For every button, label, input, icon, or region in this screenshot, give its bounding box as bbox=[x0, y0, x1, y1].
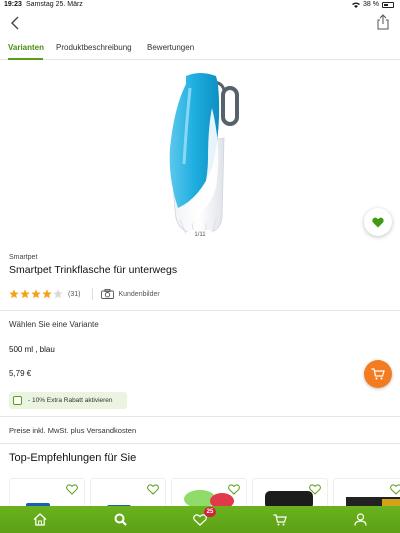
customer-images-label: Kundenbilder bbox=[118, 290, 160, 298]
product-tabs: Varianten Produktbeschreibung Bewertunge… bbox=[0, 38, 400, 60]
wishlist-button[interactable] bbox=[364, 208, 392, 236]
cart-icon bbox=[273, 513, 287, 525]
battery-text: 38 % bbox=[363, 1, 379, 8]
nav-wishlist[interactable]: 25 bbox=[160, 506, 240, 533]
water-bottle-image bbox=[169, 73, 239, 235]
divider bbox=[0, 443, 400, 444]
divider bbox=[92, 288, 94, 300]
image-counter: 1/11 bbox=[186, 230, 214, 240]
home-icon bbox=[33, 513, 47, 526]
status-right: 38 % bbox=[352, 1, 394, 8]
recommendations-heading: Top-Empfehlungen für Sie bbox=[9, 452, 137, 464]
rating-row: (31) Kundenbilder bbox=[9, 287, 389, 301]
star-filled-icon bbox=[20, 289, 30, 299]
product-brand[interactable]: Smartpet bbox=[9, 254, 37, 261]
nav-home[interactable] bbox=[0, 506, 80, 533]
star-filled-icon bbox=[9, 289, 19, 299]
heart-icon bbox=[372, 217, 384, 227]
add-to-cart-button[interactable] bbox=[364, 360, 392, 388]
status-time: 19:23 bbox=[4, 1, 22, 8]
nav-account[interactable] bbox=[320, 506, 400, 533]
product-image[interactable] bbox=[150, 68, 250, 238]
review-count[interactable]: (31) bbox=[68, 291, 80, 298]
camera-icon bbox=[101, 289, 115, 299]
star-rating[interactable] bbox=[9, 289, 63, 299]
share-button[interactable] bbox=[376, 13, 390, 31]
status-date: Samstag 25. März bbox=[26, 1, 83, 8]
search-icon bbox=[114, 513, 127, 526]
discount-checkbox[interactable] bbox=[13, 396, 22, 405]
wishlist-count-badge: 25 bbox=[204, 507, 216, 517]
cart-icon bbox=[371, 368, 385, 380]
status-bar: 19:23 Samstag 25. März 38 % bbox=[0, 0, 400, 11]
product-price: 5,79 € bbox=[9, 369, 32, 378]
nav-bar bbox=[0, 12, 400, 34]
star-filled-icon bbox=[31, 289, 41, 299]
customer-images-link[interactable]: Kundenbilder bbox=[101, 289, 160, 299]
chevron-left-icon bbox=[11, 16, 19, 30]
star-filled-icon bbox=[42, 289, 52, 299]
back-button[interactable] bbox=[8, 14, 24, 32]
tab-varianten[interactable]: Varianten bbox=[8, 43, 44, 52]
star-empty-icon bbox=[53, 289, 63, 299]
nav-search[interactable] bbox=[80, 506, 160, 533]
heart-outline-icon[interactable] bbox=[66, 484, 78, 495]
nav-cart[interactable] bbox=[240, 506, 320, 533]
heart-outline-icon[interactable] bbox=[147, 484, 159, 495]
tab-bewertungen[interactable]: Bewertungen bbox=[147, 43, 194, 52]
bottom-navigation: 25 bbox=[0, 506, 400, 533]
wifi-icon bbox=[352, 2, 361, 8]
variant-heading: Wählen Sie eine Variante bbox=[9, 320, 99, 329]
price-note: Preise inkl. MwSt. plus Versandkosten bbox=[9, 426, 137, 435]
divider bbox=[0, 416, 400, 417]
battery-icon bbox=[382, 1, 394, 8]
divider bbox=[0, 310, 400, 311]
user-icon bbox=[353, 513, 367, 526]
share-icon bbox=[377, 14, 389, 30]
discount-label: - 10% Extra Rabatt aktivieren bbox=[28, 397, 113, 404]
product-title: Smartpet Trinkflasche für unterwegs bbox=[9, 264, 178, 276]
tab-produktbeschreibung[interactable]: Produktbeschreibung bbox=[56, 43, 132, 52]
extra-discount-toggle[interactable]: - 10% Extra Rabatt aktivieren bbox=[9, 392, 127, 409]
active-tab-indicator bbox=[8, 58, 43, 60]
variant-selector[interactable]: 500 ml , blau bbox=[9, 345, 55, 354]
